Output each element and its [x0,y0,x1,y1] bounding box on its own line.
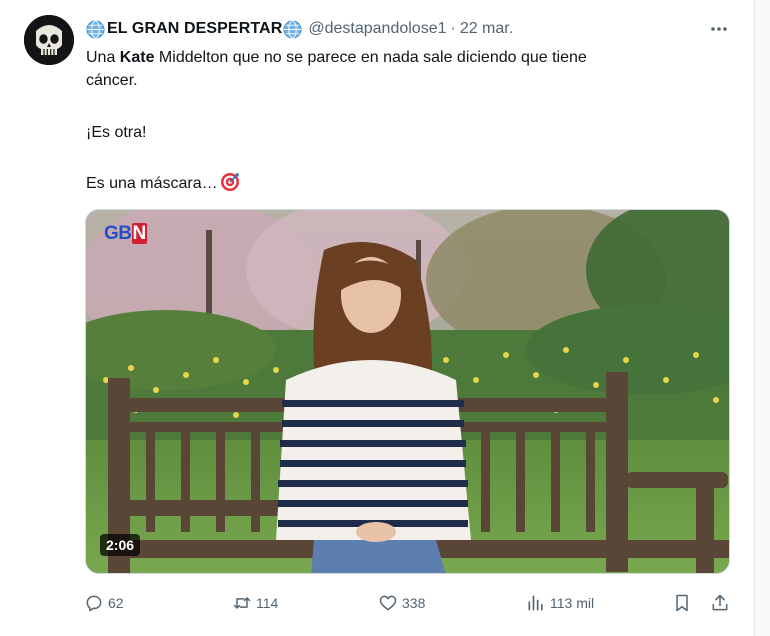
video-player[interactable]: GBN 2:06 [85,209,730,574]
reply-count: 62 [108,595,124,611]
globe-icon [86,19,105,39]
tweet-text-line: cáncer. [86,72,138,89]
more-options-button[interactable] [708,19,730,39]
repost-count: 114 [256,595,279,611]
tweet-text-segment: Es una máscara… [86,175,218,192]
more-icon [711,27,727,31]
bookmark-icon [676,594,688,612]
tweet-text-bold: Kate [119,49,155,66]
scrollbar-gutter [754,0,770,636]
tweet-text-line: Una Kate Middelton que no se parece en n… [86,47,587,68]
video-duration: 2:06 [100,534,141,556]
skull-avatar-icon [24,15,74,65]
channel-logo: GBN [104,223,147,245]
author-handle[interactable]: @destapandolose1 [308,20,446,38]
tweet-text-line: ¡Es otra! [86,124,147,141]
tweet-action-bar: 62 114 338 113 mil [0,590,754,616]
tweet-text-segment: Una [86,49,120,66]
globe-icon [283,19,302,39]
like-count: 338 [402,595,426,611]
header-separator: · [450,20,456,37]
channel-logo-letter: N [131,223,147,244]
tweet-text-segment: Middelton que no se parece en nada sale … [154,49,587,66]
like-button[interactable]: 338 [378,590,425,616]
target-emoji-icon [220,172,240,192]
heart-icon [379,595,397,611]
share-button[interactable] [710,590,730,616]
author-avatar[interactable] [24,15,74,65]
tweet-header: EL GRAN DESPERTAR @destapandolose1 · 22 … [86,18,513,40]
repost-button[interactable]: 114 [232,590,278,616]
channel-logo-letter: G [104,223,119,244]
video-thumbnail [86,210,729,573]
channel-logo-text: GBN [104,223,147,244]
share-icon [712,594,728,611]
views-count: 113 mil [550,595,595,611]
reply-icon [86,595,102,612]
channel-logo-letter: B [118,223,132,244]
bookmark-button[interactable] [672,590,692,616]
views-icon [528,595,543,611]
tweet-text-line: Es una máscara… [86,172,240,194]
tweet-date[interactable]: 22 mar. [460,20,513,38]
reply-button[interactable]: 62 [84,590,124,616]
repost-icon [233,597,251,609]
views-button[interactable]: 113 mil [526,590,594,616]
author-name[interactable]: EL GRAN DESPERTAR [107,20,282,38]
